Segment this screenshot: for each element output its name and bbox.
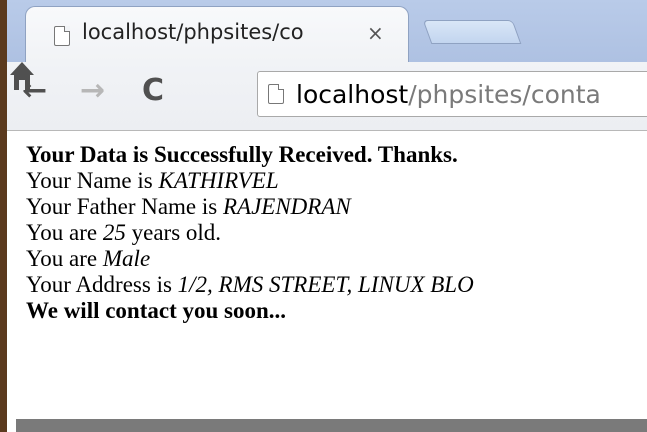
address-value: 1/2, RMS STREET, LINUX BLO [177, 272, 474, 297]
gender-prefix: You are [26, 246, 103, 271]
close-tab-icon[interactable]: × [367, 21, 384, 45]
page-content: Your Data is Successfully Received. Than… [26, 142, 647, 324]
url-host: localhost [296, 80, 409, 109]
tab-strip: localhost/phpsites/co × [7, 0, 647, 62]
success-heading: Your Data is Successfully Received. Than… [26, 142, 458, 167]
browser-toolbar: ← → C localhost/phpsites/conta [7, 62, 647, 131]
name-value: KATHIRVEL [158, 168, 279, 193]
gender-value: Male [102, 246, 151, 271]
window-left-border [0, 0, 7, 432]
url-path: /phpsites/conta [408, 80, 601, 109]
page-icon [54, 26, 70, 46]
address-bar[interactable]: localhost/phpsites/conta [257, 71, 647, 117]
address-label: Your Address is [26, 272, 178, 297]
age-suffix: years old. [125, 220, 222, 245]
father-label: Your Father Name is [26, 194, 223, 219]
address-line: Your Address is 1/2, RMS STREET, LINUX B… [26, 272, 647, 298]
age-line: You are 25 years old. [26, 220, 647, 246]
reload-icon[interactable]: C [142, 76, 164, 106]
age-value: 25 [102, 220, 126, 245]
father-value: RAJENDRAN [222, 194, 351, 219]
tab-localhost-contact[interactable]: localhost/phpsites/co × [25, 6, 409, 62]
forward-arrow-icon[interactable]: → [80, 76, 105, 106]
tab-title: localhost/phpsites/co [82, 20, 304, 44]
browser-window: localhost/phpsites/co × ← → C localhost/… [0, 0, 647, 432]
url-text[interactable]: localhost/phpsites/conta [296, 80, 601, 109]
name-label: Your Name is [26, 168, 159, 193]
father-name-line: Your Father Name is RAJENDRAN [26, 194, 647, 220]
page-icon [268, 84, 284, 104]
gender-line: You are Male [26, 246, 647, 272]
new-tab-button[interactable] [422, 20, 522, 44]
contact-soon-message: We will contact you soon... [26, 298, 287, 323]
name-line: Your Name is KATHIRVEL [26, 168, 647, 194]
age-prefix: You are [26, 220, 103, 245]
horizontal-scrollbar[interactable] [16, 419, 647, 432]
home-door [19, 80, 25, 90]
